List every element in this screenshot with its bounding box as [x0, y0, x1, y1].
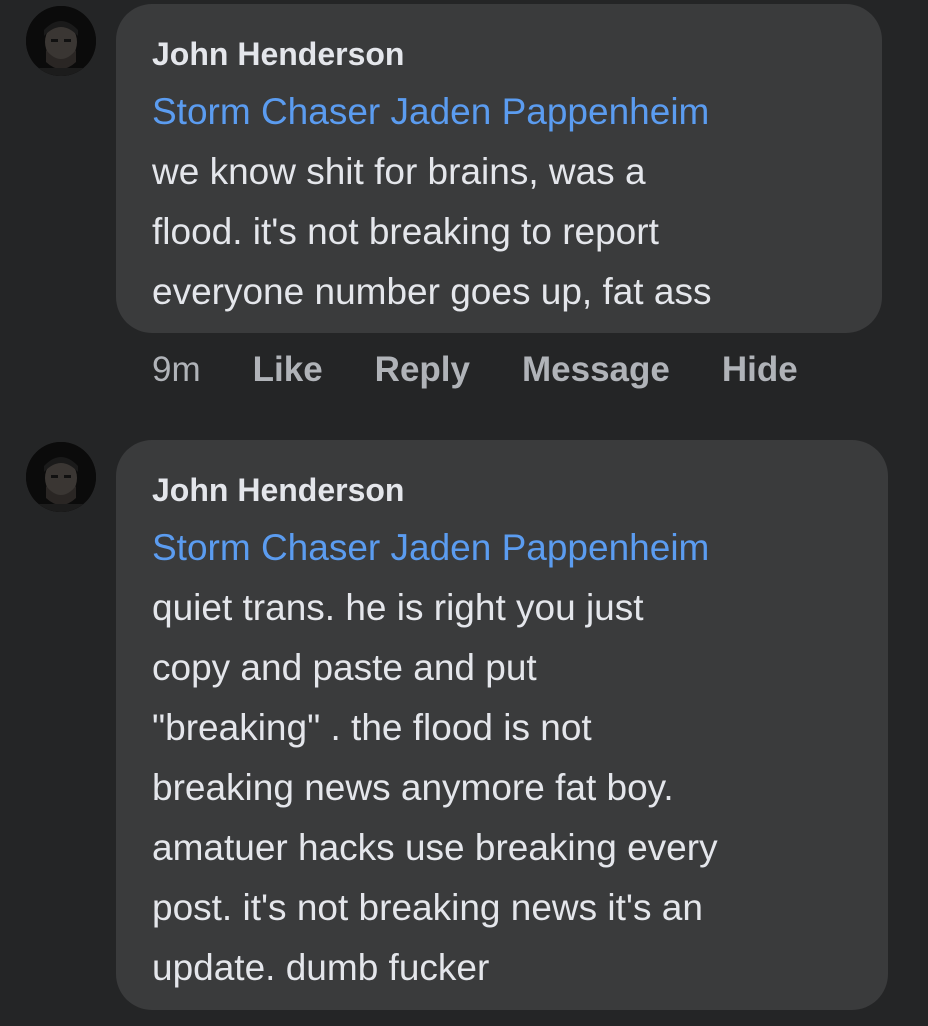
comment-bubble: John Henderson Storm Chaser Jaden Pappen… [116, 440, 888, 1010]
like-button[interactable]: Like [253, 350, 323, 390]
comment-bubble: John Henderson Storm Chaser Jaden Pappen… [116, 4, 882, 333]
comment-text: Storm Chaser Jaden Pappenheim we know sh… [152, 82, 842, 322]
comment-line: amatuer hacks use breaking every [152, 827, 718, 868]
mention-link[interactable]: Storm Chaser Jaden Pappenheim [152, 518, 848, 578]
message-button[interactable]: Message [522, 350, 670, 390]
profile-photo-icon [26, 442, 96, 512]
avatar[interactable] [26, 442, 96, 512]
comment-line: quiet trans. he is right you just [152, 587, 644, 628]
mention-link[interactable]: Storm Chaser Jaden Pappenheim [152, 82, 842, 142]
comment-line: update. dumb fucker [152, 947, 490, 988]
profile-photo-icon [26, 6, 96, 76]
comment-author[interactable]: John Henderson [152, 34, 842, 74]
comment-line: we know shit for brains, was a [152, 151, 646, 192]
hide-button[interactable]: Hide [722, 350, 798, 390]
comment-line: "breaking" . the flood is not [152, 707, 592, 748]
comment-line: everyone number goes up, fat ass [152, 271, 712, 312]
timestamp[interactable]: 9m [152, 350, 201, 390]
comment-actions: 9m Like Reply Message Hide [152, 350, 850, 390]
comment-line: post. it's not breaking news it's an [152, 887, 703, 928]
avatar[interactable] [26, 6, 96, 76]
reply-button[interactable]: Reply [375, 350, 470, 390]
comment-line: flood. it's not breaking to report [152, 211, 659, 252]
comment-line: copy and paste and put [152, 647, 537, 688]
comment-text: Storm Chaser Jaden Pappenheim quiet tran… [152, 518, 848, 998]
comment-author[interactable]: John Henderson [152, 470, 848, 510]
comment-line: breaking news anymore fat boy. [152, 767, 674, 808]
